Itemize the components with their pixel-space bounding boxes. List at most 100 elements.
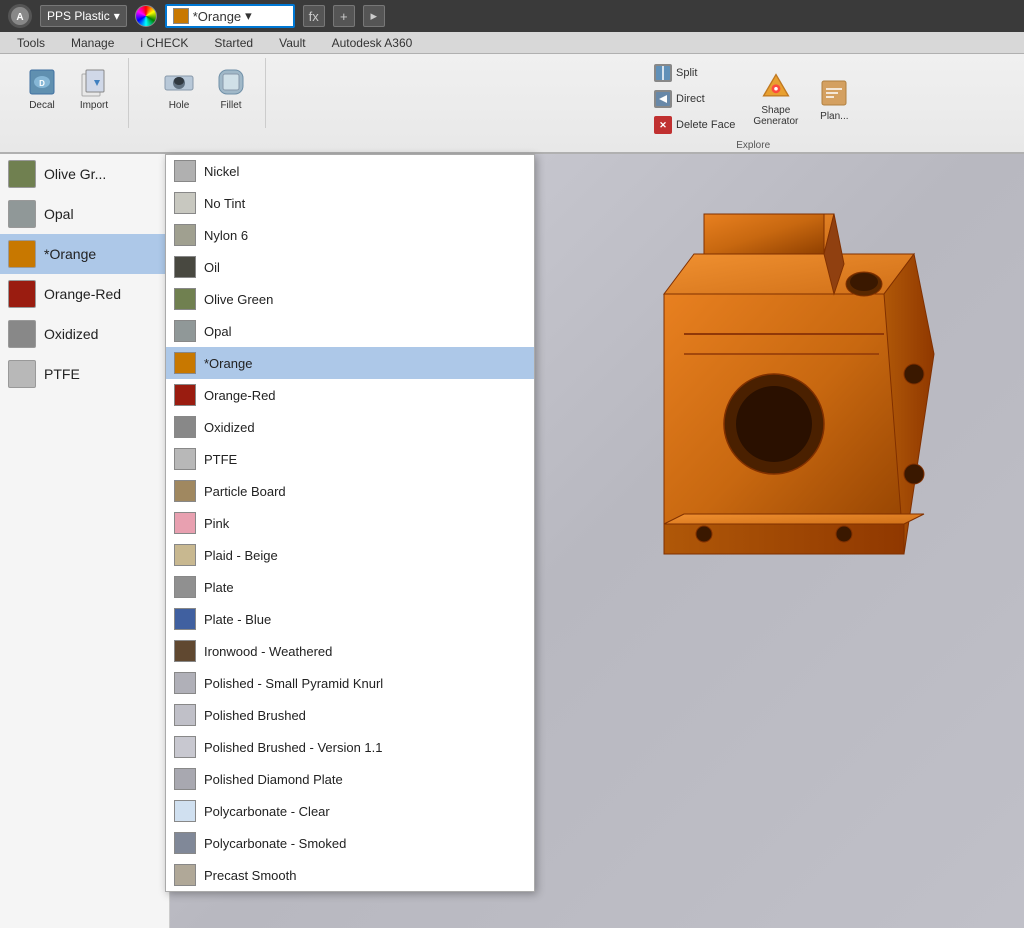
dropdown-item-18[interactable]: Polished Brushed - Version 1.1 [166, 731, 534, 763]
ribbon-tabs: Tools Manage i CHECK Started Vault Autod… [0, 32, 1024, 54]
hole-button[interactable]: Hole [157, 62, 201, 115]
left-panel[interactable]: Olive Gr...Opal *Orange Orange-Red Oxidized… [0, 154, 170, 928]
dropdown-item-0[interactable]: Nickel [166, 155, 534, 187]
dropdown-swatch-11 [174, 512, 196, 534]
dropdown-item-4[interactable]: Olive Green [166, 283, 534, 315]
dropdown-label-7: Orange-Red [204, 388, 276, 403]
direct-icon [654, 90, 672, 108]
left-panel-item-3[interactable]: Orange-Red [0, 274, 169, 314]
plus-button[interactable]: + [333, 5, 355, 27]
dropdown-label-21: Polycarbonate - Smoked [204, 836, 346, 851]
dropdown-swatch-17 [174, 704, 196, 726]
dropdown-label-13: Plate [204, 580, 234, 595]
ribbon-group-explore: Split Direct [638, 58, 868, 128]
tab-a360[interactable]: Autodesk A360 [319, 33, 426, 53]
dropdown-label-10: Particle Board [204, 484, 286, 499]
dropdown-item-19[interactable]: Polished Diamond Plate [166, 763, 534, 795]
left-panel-item-5[interactable]: PTFE [0, 354, 169, 394]
decal-icon: D [26, 66, 58, 98]
plan-label: Plan... [820, 111, 848, 122]
dropdown-swatch-20 [174, 800, 196, 822]
orange-dropdown-button[interactable]: *Orange ▾ [165, 4, 295, 28]
hole-icon [163, 66, 195, 98]
dropdown-swatch-16 [174, 672, 196, 694]
left-panel-item-0[interactable]: Olive Gr... [0, 154, 169, 194]
fillet-button[interactable]: Fillet [209, 62, 253, 115]
dropdown-label-4: Olive Green [204, 292, 273, 307]
import-button[interactable]: Import [72, 62, 116, 115]
dropdown-item-3[interactable]: Oil [166, 251, 534, 283]
dropdown-label-20: Polycarbonate - Clear [204, 804, 330, 819]
left-panel-label-5: PTFE [44, 366, 80, 382]
dropdown-swatch-7 [174, 384, 196, 406]
left-panel-item-1[interactable]: Opal [0, 194, 169, 234]
left-panel-label-2: *Orange [44, 246, 96, 262]
dropdown-item-17[interactable]: Polished Brushed [166, 699, 534, 731]
dropdown-item-13[interactable]: Plate [166, 571, 534, 603]
shape-generator-icon [760, 71, 792, 103]
material-label: PPS Plastic [47, 9, 110, 23]
more-button[interactable]: ▸ [363, 5, 385, 27]
left-panel-swatch-3 [8, 280, 36, 308]
dropdown-swatch-12 [174, 544, 196, 566]
dropdown-item-20[interactable]: Polycarbonate - Clear [166, 795, 534, 827]
dropdown-item-21[interactable]: Polycarbonate - Smoked [166, 827, 534, 859]
dropdown-swatch-18 [174, 736, 196, 758]
dropdown-swatch-0 [174, 160, 196, 182]
tab-manage[interactable]: Manage [58, 33, 127, 53]
dropdown-item-10[interactable]: Particle Board [166, 475, 534, 507]
3d-model [604, 174, 1004, 674]
split-icon [654, 64, 672, 82]
plan-button[interactable]: Plan... [812, 73, 856, 126]
dropdown-item-22[interactable]: Precast Smooth [166, 859, 534, 891]
material-dropdown-arrow: ▾ [114, 9, 120, 23]
plan-icon [818, 77, 850, 109]
material-dropdown-list[interactable]: Nickel No Tint Nylon 6Oil Olive Green Opal*O… [165, 154, 535, 892]
dropdown-item-6[interactable]: *Orange [166, 347, 534, 379]
dropdown-item-1[interactable]: No Tint [166, 187, 534, 219]
direct-button[interactable]: Direct [650, 88, 739, 110]
emboss-buttons: D Decal Import [20, 62, 116, 115]
left-panel-label-3: Orange-Red [44, 286, 121, 302]
delete-face-button[interactable]: ✕ Delete Face [650, 114, 739, 136]
tab-tools[interactable]: Tools [4, 33, 58, 53]
dropdown-item-11[interactable]: Pink [166, 507, 534, 539]
color-picker-button[interactable] [135, 5, 157, 27]
dropdown-item-12[interactable]: Plaid - Beige [166, 539, 534, 571]
dropdown-label-1: No Tint [204, 196, 245, 211]
surface-small-btns: Split Direct [650, 62, 739, 136]
material-dropdown[interactable]: PPS Plastic ▾ [40, 5, 127, 27]
tab-vault[interactable]: Vault [266, 33, 318, 53]
left-panel-item-2[interactable]: *Orange [0, 234, 169, 274]
orange-dropdown-area: *Orange ▾ [165, 4, 295, 28]
dropdown-swatch-19 [174, 768, 196, 790]
dropdown-label-14: Plate - Blue [204, 612, 271, 627]
ribbon-content: D Decal Import [0, 54, 876, 132]
left-panel-swatch-5 [8, 360, 36, 388]
dropdown-item-2[interactable]: Nylon 6 [166, 219, 534, 251]
dropdown-item-15[interactable]: Ironwood - Weathered [166, 635, 534, 667]
dropdown-label-0: Nickel [204, 164, 239, 179]
left-panel-swatch-1 [8, 200, 36, 228]
dropdown-item-7[interactable]: Orange-Red [166, 379, 534, 411]
dropdown-item-14[interactable]: Plate - Blue [166, 603, 534, 635]
split-button[interactable]: Split [650, 62, 739, 84]
dropdown-label-8: Oxidized [204, 420, 255, 435]
explore-group-label: Explore [736, 140, 770, 151]
fx-button[interactable]: fx [303, 5, 325, 27]
svg-text:✕: ✕ [659, 120, 667, 130]
left-panel-item-4[interactable]: Oxidized [0, 314, 169, 354]
dropdown-item-5[interactable]: Opal [166, 315, 534, 347]
dropdown-label-11: Pink [204, 516, 229, 531]
dropdown-item-9[interactable]: PTFE [166, 443, 534, 475]
dropdown-swatch-22 [174, 864, 196, 886]
orange-dropdown-arrow: ▾ [245, 8, 252, 24]
delete-face-icon: ✕ [654, 116, 672, 134]
dropdown-item-8[interactable]: Oxidized [166, 411, 534, 443]
tab-icheck[interactable]: i CHECK [127, 33, 201, 53]
dropdown-swatch-15 [174, 640, 196, 662]
tab-started[interactable]: Started [201, 33, 266, 53]
decal-button[interactable]: D Decal [20, 62, 64, 115]
shape-generator-button[interactable]: ShapeGenerator [747, 67, 804, 131]
dropdown-item-16[interactable]: Polished - Small Pyramid Knurl [166, 667, 534, 699]
